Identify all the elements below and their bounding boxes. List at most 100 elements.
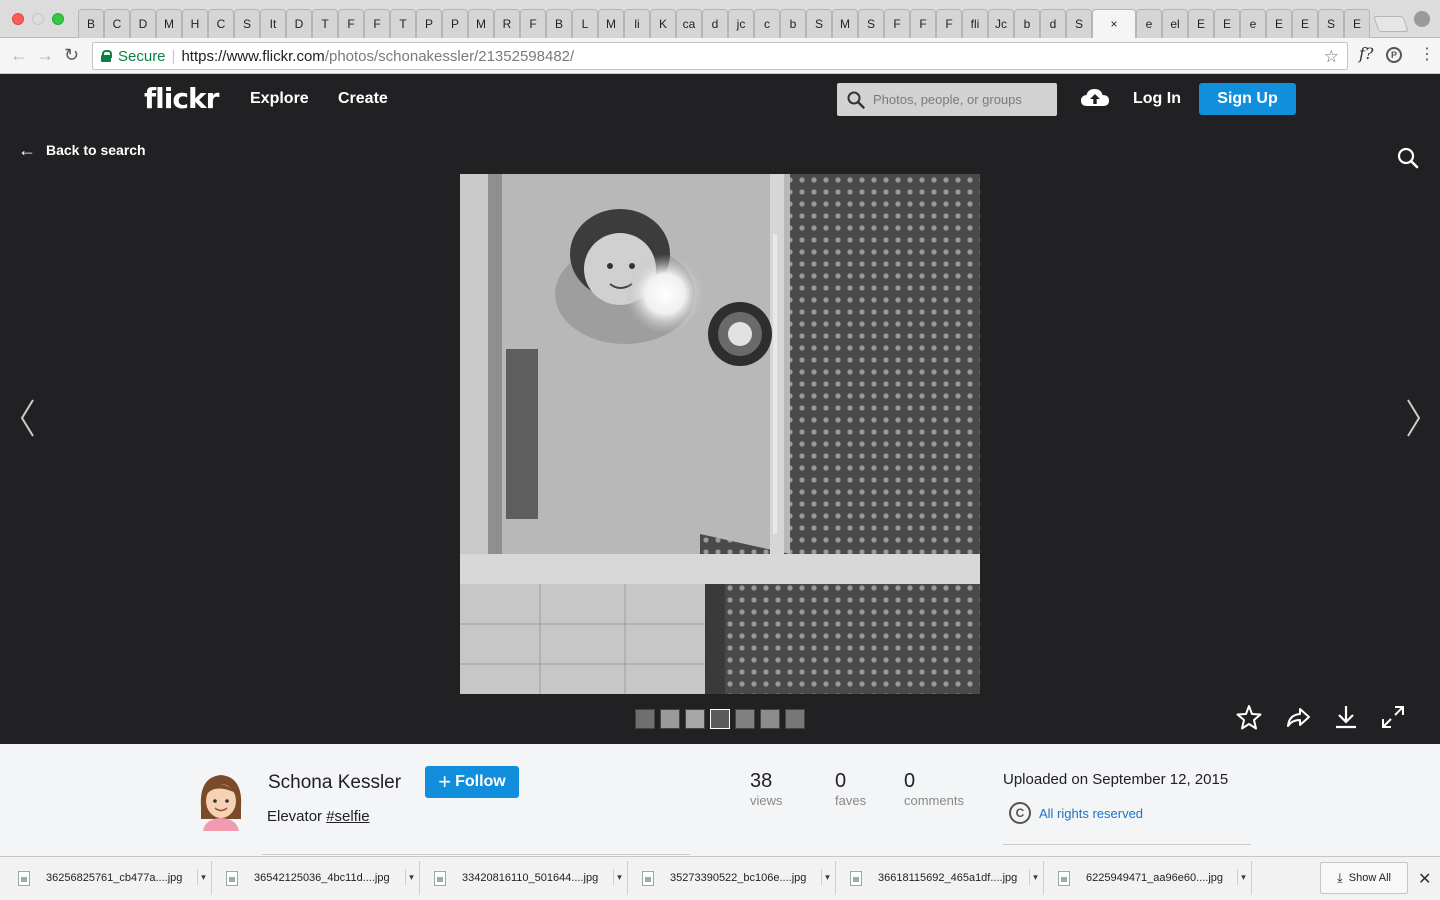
browser-forward-icon[interactable]: → (36, 46, 54, 64)
browser-tab[interactable]: P (442, 9, 468, 38)
browser-tab[interactable]: b (780, 9, 806, 38)
browser-tab[interactable]: el (1162, 9, 1188, 38)
close-download-shelf-icon[interactable]: ✕ (1418, 869, 1431, 889)
address-bar[interactable]: Secure | https://www.flickr.com/photos/s… (92, 42, 1348, 70)
browser-tab[interactable]: F (910, 9, 936, 38)
browser-tab[interactable]: B (546, 9, 572, 38)
browser-tab[interactable]: E (1214, 9, 1240, 38)
photo-title-tag[interactable]: #selfie (326, 808, 369, 825)
browser-tab[interactable]: F (364, 9, 390, 38)
window-zoom-button[interactable] (52, 13, 64, 25)
browser-tab[interactable]: E (1266, 9, 1292, 38)
download-menu-caret-icon[interactable]: ▾ (613, 869, 623, 885)
browser-tab[interactable]: R (494, 9, 520, 38)
browser-tab[interactable]: M (598, 9, 624, 38)
browser-tab[interactable]: T (390, 9, 416, 38)
download-menu-caret-icon[interactable]: ▾ (197, 869, 207, 885)
filmstrip-thumbnail[interactable] (660, 709, 680, 729)
download-menu-caret-icon[interactable]: ▾ (1029, 869, 1039, 885)
profile-icon[interactable] (1414, 11, 1430, 27)
license-label[interactable]: All rights reserved (1039, 806, 1143, 821)
browser-tab[interactable]: S (806, 9, 832, 38)
font-extension-icon[interactable]: f? (1359, 44, 1374, 63)
browser-tab[interactable]: E (1292, 9, 1318, 38)
tab-active[interactable]: × (1092, 9, 1136, 38)
browser-tab[interactable]: E (1188, 9, 1214, 38)
viewer-search-icon[interactable] (1396, 146, 1420, 170)
browser-tab[interactable]: F (936, 9, 962, 38)
browser-tab[interactable]: d (1040, 9, 1066, 38)
filmstrip-thumbnail[interactable] (760, 709, 780, 729)
browser-tab[interactable]: C (208, 9, 234, 38)
nav-create[interactable]: Create (338, 90, 388, 108)
browser-tab[interactable]: e (1240, 9, 1266, 38)
signup-button[interactable]: Sign Up (1199, 83, 1296, 115)
browser-tab[interactable]: F (520, 9, 546, 38)
filmstrip-thumbnail[interactable] (710, 709, 730, 729)
browser-tab[interactable]: S (1066, 9, 1092, 38)
browser-tab[interactable]: M (156, 9, 182, 38)
upload-cloud-icon[interactable] (1080, 86, 1110, 110)
filmstrip-thumbnail[interactable] (735, 709, 755, 729)
fave-star-icon[interactable] (1236, 704, 1262, 730)
main-photo[interactable] (460, 174, 980, 694)
window-close-button[interactable] (12, 13, 24, 25)
browser-tab[interactable]: D (286, 9, 312, 38)
pinterest-extension-icon[interactable]: P (1386, 47, 1402, 63)
browser-tab[interactable]: H (182, 9, 208, 38)
download-item[interactable]: 36618115692_465a1df....jpg ▾ (838, 861, 1044, 895)
download-menu-caret-icon[interactable]: ▾ (405, 869, 415, 885)
browser-tab[interactable]: jc (728, 9, 754, 38)
owner-avatar[interactable] (195, 771, 247, 831)
fullscreen-icon[interactable] (1380, 704, 1406, 730)
browser-tab[interactable]: li (624, 9, 650, 38)
browser-tab[interactable]: D (130, 9, 156, 38)
browser-tab[interactable]: c (754, 9, 780, 38)
browser-tab[interactable]: It (260, 9, 286, 38)
login-link[interactable]: Log In (1133, 90, 1181, 108)
follow-button[interactable]: + Follow (425, 766, 519, 798)
browser-tab[interactable]: d (702, 9, 728, 38)
owner-name[interactable]: Schona Kessler (268, 772, 401, 794)
reload-icon[interactable]: ↻ (64, 46, 79, 64)
filmstrip-thumbnail[interactable] (635, 709, 655, 729)
nav-explore[interactable]: Explore (250, 90, 309, 108)
browser-tab[interactable]: T (312, 9, 338, 38)
window-minimize-button[interactable] (32, 13, 44, 25)
browser-tab[interactable]: S (234, 9, 260, 38)
search-input[interactable] (873, 92, 1053, 107)
browser-tab[interactable]: Jc (988, 9, 1014, 38)
filmstrip-thumbnail[interactable] (685, 709, 705, 729)
download-item[interactable]: 36542125036_4bc11d....jpg ▾ (214, 861, 420, 895)
download-item[interactable]: 6225949471_aa96e60....jpg ▾ (1046, 861, 1252, 895)
browser-tab[interactable]: L (572, 9, 598, 38)
browser-tab[interactable]: B (78, 9, 104, 38)
next-photo-icon[interactable] (1403, 398, 1423, 438)
browser-menu-icon[interactable]: ⋮ (1419, 46, 1435, 64)
browser-tab[interactable]: E (1344, 9, 1370, 38)
download-menu-caret-icon[interactable]: ▾ (1237, 869, 1247, 885)
browser-tab[interactable]: fli (962, 9, 988, 38)
browser-tab[interactable]: e (1136, 9, 1162, 38)
browser-tab[interactable]: M (468, 9, 494, 38)
download-item[interactable]: 35273390522_bc106e....jpg ▾ (630, 861, 836, 895)
flickr-logo[interactable]: flickr (144, 82, 219, 115)
show-all-downloads-button[interactable]: ⤓ Show All (1320, 862, 1408, 894)
filmstrip-thumbnail[interactable] (785, 709, 805, 729)
search-icon[interactable] (847, 91, 865, 109)
browser-tab[interactable]: P (416, 9, 442, 38)
browser-tab[interactable]: ca (676, 9, 702, 38)
browser-tab[interactable]: S (858, 9, 884, 38)
browser-tab[interactable]: K (650, 9, 676, 38)
share-icon[interactable] (1285, 704, 1311, 730)
browser-tab[interactable]: F (338, 9, 364, 38)
download-icon[interactable] (1333, 704, 1359, 730)
license-info[interactable]: C All rights reserved (1009, 802, 1143, 824)
bookmark-star-icon[interactable]: ☆ (1324, 47, 1339, 67)
browser-back-icon[interactable]: ← (10, 46, 28, 64)
download-item[interactable]: 36256825761_cb477a....jpg ▾ (6, 861, 212, 895)
browser-tab[interactable]: S (1318, 9, 1344, 38)
new-tab-button[interactable] (1373, 16, 1409, 32)
browser-tab[interactable]: b (1014, 9, 1040, 38)
download-menu-caret-icon[interactable]: ▾ (821, 869, 831, 885)
